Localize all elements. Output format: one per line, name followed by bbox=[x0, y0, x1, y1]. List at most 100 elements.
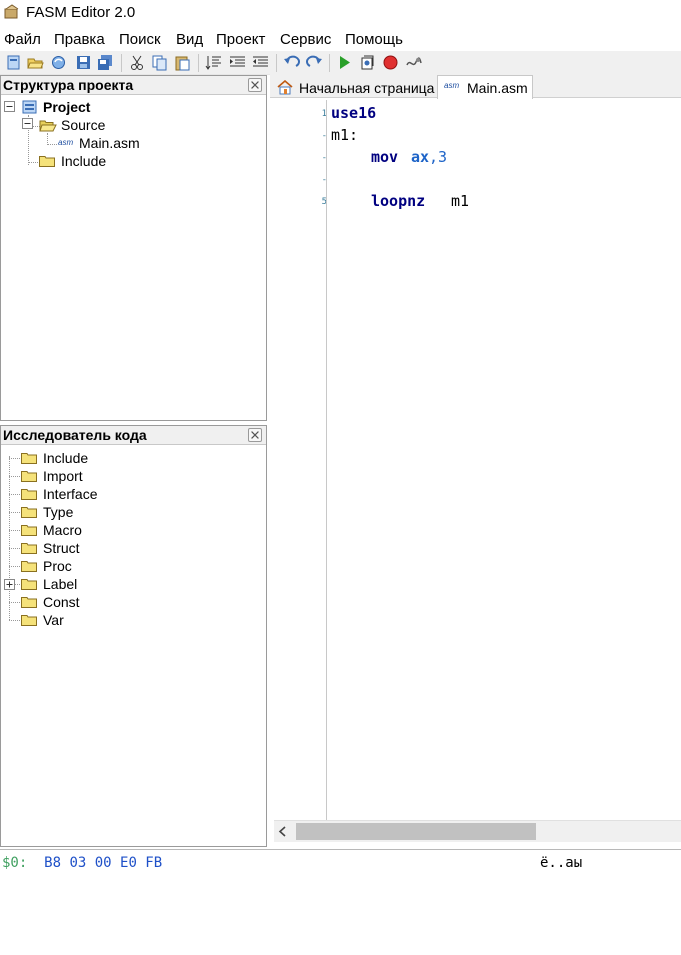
tree-line bbox=[9, 548, 20, 549]
folder-icon bbox=[21, 453, 37, 464]
explorer-item-type[interactable]: Type bbox=[43, 504, 73, 520]
folder-icon bbox=[21, 615, 37, 626]
code-line-5-operand: m1 bbox=[451, 192, 470, 210]
tree-source-folder[interactable]: Source bbox=[61, 117, 105, 133]
tree-include-folder[interactable]: Include bbox=[61, 153, 106, 169]
code-line-2: m1: bbox=[331, 126, 359, 144]
folder-icon bbox=[21, 471, 37, 482]
tab-main-asm[interactable]: asm Main.asm bbox=[437, 75, 533, 99]
explorer-panel-title: Исследователь кода bbox=[3, 427, 147, 443]
scroll-left-icon[interactable] bbox=[278, 826, 288, 837]
close-panel-icon[interactable] bbox=[248, 428, 262, 442]
divider bbox=[0, 849, 681, 850]
save-all-icon[interactable] bbox=[97, 54, 114, 71]
line-number: 1 bbox=[321, 109, 327, 119]
toolbar-separator bbox=[121, 54, 122, 72]
copy-icon[interactable] bbox=[151, 54, 168, 71]
tree-line bbox=[9, 512, 20, 513]
hex-output: $0: B8 03 00 E0 FB bbox=[2, 855, 162, 871]
tree-line bbox=[9, 456, 10, 620]
explorer-item-var[interactable]: Var bbox=[43, 612, 64, 628]
indent-icon[interactable] bbox=[229, 54, 246, 71]
folder-icon bbox=[21, 543, 37, 554]
tab-home-page[interactable]: Начальная страница bbox=[273, 75, 437, 99]
tree-main-asm-file[interactable]: Main.asm bbox=[79, 135, 140, 151]
scrollbar-thumb[interactable] bbox=[296, 823, 536, 840]
toolbar-separator bbox=[276, 54, 277, 72]
panel-header: Исследователь кода bbox=[1, 426, 266, 445]
tree-line bbox=[9, 476, 20, 477]
menu-search[interactable]: Поиск bbox=[119, 31, 161, 48]
code-line-3-register: ax bbox=[411, 148, 430, 166]
cut-icon[interactable] bbox=[129, 54, 146, 71]
line-number: - bbox=[321, 131, 327, 141]
open-folder-icon[interactable] bbox=[27, 54, 44, 71]
menu-service[interactable]: Сервис bbox=[280, 31, 331, 48]
menu-project[interactable]: Проект bbox=[216, 31, 265, 48]
gutter-border bbox=[326, 100, 327, 820]
debug-icon[interactable] bbox=[405, 54, 422, 71]
folder-icon bbox=[21, 561, 37, 572]
explorer-item-import[interactable]: Import bbox=[43, 468, 83, 484]
tree-line bbox=[9, 620, 20, 621]
collapse-toggle-icon[interactable] bbox=[22, 118, 33, 129]
explorer-item-struct[interactable]: Struct bbox=[43, 540, 80, 556]
tree-line bbox=[9, 602, 20, 603]
compile-icon[interactable] bbox=[359, 54, 376, 71]
save-icon[interactable] bbox=[75, 54, 92, 71]
menu-file[interactable]: Файл bbox=[4, 31, 41, 48]
folder-icon bbox=[21, 525, 37, 536]
folder-icon bbox=[21, 597, 37, 608]
refresh-icon[interactable] bbox=[50, 54, 67, 71]
line-number-gutter: 1 - - - 5 bbox=[274, 100, 327, 820]
tab-main-asm-label: Main.asm bbox=[467, 80, 528, 96]
hex-address-label: $0: bbox=[2, 855, 28, 871]
run-icon[interactable] bbox=[336, 54, 353, 71]
line-number: - bbox=[321, 153, 327, 163]
undo-icon[interactable] bbox=[283, 54, 300, 71]
outdent-icon[interactable] bbox=[252, 54, 269, 71]
folder-icon bbox=[21, 579, 37, 590]
code-line-5-mnemonic: loopnz bbox=[371, 192, 426, 210]
menu-view[interactable]: Вид bbox=[176, 31, 203, 48]
tab-home-label: Начальная страница bbox=[299, 80, 435, 96]
collapse-toggle-icon[interactable] bbox=[4, 101, 15, 112]
explorer-item-proc[interactable]: Proc bbox=[43, 558, 72, 574]
project-icon bbox=[22, 100, 37, 114]
open-folder-icon bbox=[39, 120, 57, 132]
folder-icon bbox=[21, 507, 37, 518]
tab-bar: Начальная страница asm Main.asm bbox=[270, 74, 681, 99]
explorer-item-const[interactable]: Const bbox=[43, 594, 80, 610]
tree-project-root[interactable]: Project bbox=[43, 99, 90, 115]
explorer-item-label[interactable]: Label bbox=[43, 576, 77, 592]
asm-file-icon: asm bbox=[444, 81, 460, 90]
folder-icon bbox=[21, 489, 37, 500]
window-title: FASM Editor 2.0 bbox=[26, 4, 136, 21]
sort-lines-icon[interactable] bbox=[205, 54, 222, 71]
toolbar-separator bbox=[198, 54, 199, 72]
explorer-item-interface[interactable]: Interface bbox=[43, 486, 97, 502]
menu-bar: Файл Правка Поиск Вид Проект Сервис Помо… bbox=[0, 29, 681, 51]
tree-line bbox=[47, 144, 57, 145]
menu-help[interactable]: Помощь bbox=[345, 31, 403, 48]
hex-bytes: B8 03 00 E0 FB bbox=[44, 855, 163, 871]
fasm-app-icon bbox=[4, 4, 19, 19]
paste-icon[interactable] bbox=[174, 54, 191, 71]
expand-toggle-icon[interactable] bbox=[4, 579, 15, 590]
code-line-1: use16 bbox=[331, 104, 377, 122]
asm-file-icon: asm bbox=[58, 138, 74, 147]
new-project-icon[interactable] bbox=[5, 54, 22, 71]
explorer-item-macro[interactable]: Macro bbox=[43, 522, 82, 538]
tree-line bbox=[9, 458, 20, 459]
redo-icon[interactable] bbox=[306, 54, 323, 71]
menu-edit[interactable]: Правка bbox=[54, 31, 105, 48]
code-editor[interactable]: use16 m1: mov ax ,3 loopnz m1 bbox=[331, 104, 681, 820]
toolbar-separator bbox=[329, 54, 330, 72]
project-panel-title: Структура проекта bbox=[3, 77, 134, 93]
code-explorer-panel: Исследователь кода Include Import Interfac… bbox=[0, 425, 267, 847]
tree-line bbox=[9, 530, 20, 531]
explorer-item-include[interactable]: Include bbox=[43, 450, 88, 466]
stop-icon[interactable] bbox=[382, 54, 399, 71]
code-line-3-operand: ,3 bbox=[429, 148, 448, 166]
close-panel-icon[interactable] bbox=[248, 78, 262, 92]
